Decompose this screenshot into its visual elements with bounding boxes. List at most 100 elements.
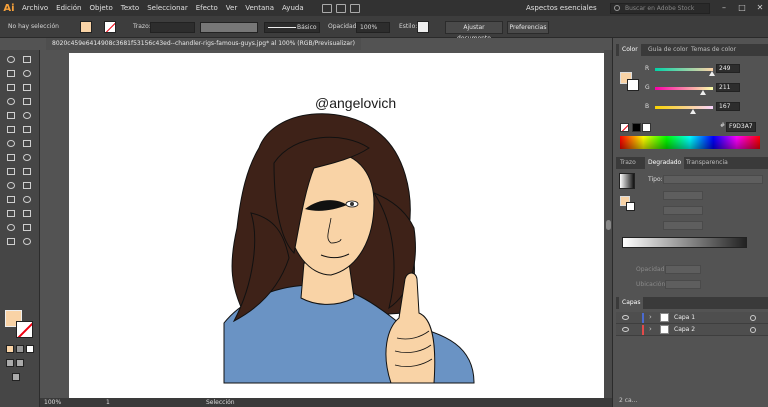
expand-icon[interactable]: › xyxy=(649,313,652,321)
artboard[interactable]: @angelovich xyxy=(69,53,604,398)
width-tool-icon[interactable] xyxy=(5,152,17,163)
rectangle-tool-icon[interactable] xyxy=(5,110,17,121)
scrollbar-thumb[interactable] xyxy=(606,220,611,230)
channel-g-value[interactable]: 211 xyxy=(716,83,740,92)
expand-icon[interactable]: › xyxy=(649,325,652,333)
layer-row[interactable]: › Capa 1 xyxy=(616,312,768,324)
gradient-opacity-field[interactable] xyxy=(665,265,701,274)
rotate-tool-icon[interactable] xyxy=(5,138,17,149)
screen-mode-icon[interactable] xyxy=(12,373,20,381)
column-graph-tool-icon[interactable] xyxy=(21,208,33,219)
tab-transparency[interactable]: Transparencia xyxy=(686,157,728,169)
slider-knob[interactable] xyxy=(699,90,706,95)
draw-normal-icon[interactable] xyxy=(6,359,14,367)
tab-stroke[interactable]: Trazo xyxy=(620,157,636,169)
arrange-documents-icon[interactable] xyxy=(349,3,360,13)
menu-edicion[interactable]: Edición xyxy=(52,0,85,16)
layer-name[interactable]: Capa 1 xyxy=(674,312,695,324)
gradient-ratio-field[interactable] xyxy=(663,206,703,215)
gradient-tool-icon[interactable] xyxy=(21,180,33,191)
curvature-tool-icon[interactable] xyxy=(21,82,33,93)
artboard-tool-icon[interactable] xyxy=(5,222,17,233)
eye-icon[interactable] xyxy=(622,315,629,320)
gradient-angle-field[interactable] xyxy=(663,191,703,200)
gradient-type-dropdown[interactable] xyxy=(663,175,763,184)
close-button[interactable]: ✕ xyxy=(752,0,768,16)
color-mode-icon[interactable] xyxy=(6,345,14,353)
target-icon[interactable] xyxy=(750,315,756,321)
type-tool-icon[interactable] xyxy=(5,96,17,107)
none-swatch[interactable] xyxy=(620,123,629,132)
mesh-tool-icon[interactable] xyxy=(5,180,17,191)
menu-seleccionar[interactable]: Seleccionar xyxy=(143,0,192,16)
stroke-color-box[interactable] xyxy=(16,321,33,338)
eyedropper-tool-icon[interactable] xyxy=(5,194,17,205)
pencil-tool-icon[interactable] xyxy=(5,124,17,135)
gradient-stroke-swatch[interactable] xyxy=(626,202,635,211)
artboard-number[interactable]: 1 xyxy=(106,398,110,407)
adobe-stock-search-input[interactable]: Buscar en Adobe Stock xyxy=(610,3,710,14)
workspace-switcher[interactable]: Aspectos esenciales xyxy=(526,0,597,16)
hand-tool-icon[interactable] xyxy=(5,236,17,247)
preferences-button[interactable]: Preferencias xyxy=(507,21,549,34)
pen-tool-icon[interactable] xyxy=(5,82,17,93)
draw-behind-icon[interactable] xyxy=(16,359,24,367)
tab-gradient[interactable]: Degradado xyxy=(645,157,685,169)
none-mode-icon[interactable] xyxy=(26,345,34,353)
stock-icon[interactable] xyxy=(335,3,346,13)
channel-b-slider[interactable] xyxy=(655,106,713,114)
tab-color-guide[interactable]: Guía de color xyxy=(648,44,688,56)
canvas-area[interactable]: @angelovich xyxy=(40,50,604,398)
channel-r-slider[interactable] xyxy=(655,68,715,76)
variable-width-dropdown[interactable] xyxy=(200,22,258,33)
color-stroke-swatch[interactable] xyxy=(627,79,639,91)
layer-name[interactable]: Capa 2 xyxy=(674,324,695,336)
tab-color[interactable]: Color xyxy=(619,44,641,56)
slider-knob[interactable] xyxy=(708,71,715,76)
gradient-stroke-field[interactable] xyxy=(663,221,703,230)
zoom-level[interactable]: 100% xyxy=(44,398,61,407)
slider-knob[interactable] xyxy=(689,109,696,114)
tab-color-themes[interactable]: Temas de color xyxy=(691,44,736,56)
fit-document-button[interactable]: Ajustar documento xyxy=(445,21,503,42)
color-spectrum[interactable] xyxy=(620,136,760,149)
line-tool-icon[interactable] xyxy=(21,96,33,107)
stroke-style-dropdown[interactable]: Básico xyxy=(264,22,320,33)
hex-input[interactable]: F9D3A7 xyxy=(726,122,756,132)
bridge-icon[interactable] xyxy=(321,3,332,13)
magic-wand-tool-icon[interactable] xyxy=(5,68,17,79)
fill-swatch[interactable] xyxy=(80,21,92,33)
graphic-style-swatch[interactable] xyxy=(417,21,429,33)
stroke-weight-dropdown[interactable] xyxy=(150,22,195,33)
symbol-sprayer-tool-icon[interactable] xyxy=(5,208,17,219)
menu-ventana[interactable]: Ventana xyxy=(241,0,278,16)
eraser-tool-icon[interactable] xyxy=(21,124,33,135)
channel-r-value[interactable]: 249 xyxy=(716,64,740,73)
menu-ver[interactable]: Ver xyxy=(222,0,241,16)
shape-builder-tool-icon[interactable] xyxy=(5,166,17,177)
stroke-swatch[interactable] xyxy=(104,21,116,33)
channel-b-value[interactable]: 167 xyxy=(716,102,740,111)
lasso-tool-icon[interactable] xyxy=(21,68,33,79)
menu-ayuda[interactable]: Ayuda xyxy=(278,0,308,16)
menu-texto[interactable]: Texto xyxy=(117,0,143,16)
paintbrush-tool-icon[interactable] xyxy=(21,110,33,121)
channel-g-slider[interactable] xyxy=(655,87,713,95)
selection-tool-icon[interactable] xyxy=(5,54,17,65)
layer-row[interactable]: › Capa 2 xyxy=(616,324,768,336)
black-swatch[interactable] xyxy=(632,123,641,132)
gradient-location-field[interactable] xyxy=(665,280,701,289)
minimize-button[interactable]: – xyxy=(716,0,732,16)
slice-tool-icon[interactable] xyxy=(21,222,33,233)
gradient-preview[interactable] xyxy=(619,173,635,189)
scale-tool-icon[interactable] xyxy=(21,138,33,149)
gradient-mode-icon[interactable] xyxy=(16,345,24,353)
eye-icon[interactable] xyxy=(622,327,629,332)
menu-objeto[interactable]: Objeto xyxy=(86,0,117,16)
blend-tool-icon[interactable] xyxy=(21,194,33,205)
status-mode[interactable]: Selección xyxy=(206,398,235,407)
tab-layers[interactable]: Capas xyxy=(619,297,644,309)
document-tab[interactable]: 8020c459e6414908c3681f53156c43ed--chandl… xyxy=(46,38,361,50)
gradient-slider[interactable] xyxy=(622,237,747,248)
maximize-button[interactable]: □ xyxy=(734,0,750,16)
